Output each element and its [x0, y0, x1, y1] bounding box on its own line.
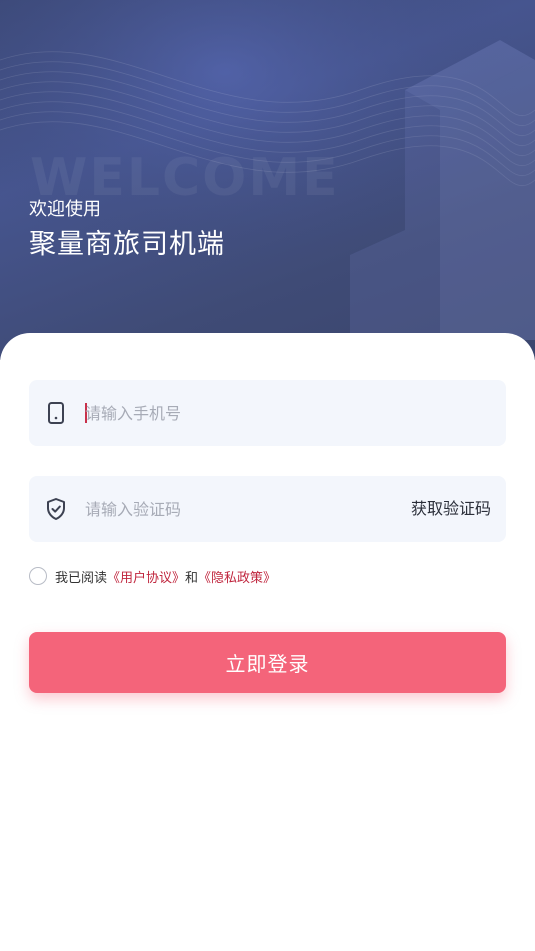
code-field[interactable]: 获取验证码: [29, 476, 506, 542]
privacy-policy-link[interactable]: 《隐私政策》: [198, 567, 276, 586]
phone-input[interactable]: [85, 380, 385, 446]
agreement-conjunction: 和: [185, 570, 199, 586]
shield-check-icon: [45, 497, 67, 521]
phone-field[interactable]: [29, 380, 506, 446]
user-agreement-link[interactable]: 《用户协议》: [107, 567, 185, 586]
get-code-button[interactable]: 获取验证码: [411, 476, 491, 542]
phone-icon: [45, 401, 67, 425]
verification-code-input[interactable]: [85, 476, 385, 542]
agreement-row: 我已阅读 《用户协议》 和 《隐私政策》: [29, 566, 276, 586]
welcome-subtitle: 欢迎使用: [29, 199, 101, 220]
hero-banner: WELCOME 欢迎使用 聚量商旅司机端: [0, 0, 535, 360]
login-button[interactable]: 立即登录: [29, 632, 506, 693]
agreement-prefix: 我已阅读: [55, 570, 108, 586]
agreement-checkbox[interactable]: [29, 567, 47, 585]
app-title: 聚量商旅司机端: [29, 229, 225, 260]
